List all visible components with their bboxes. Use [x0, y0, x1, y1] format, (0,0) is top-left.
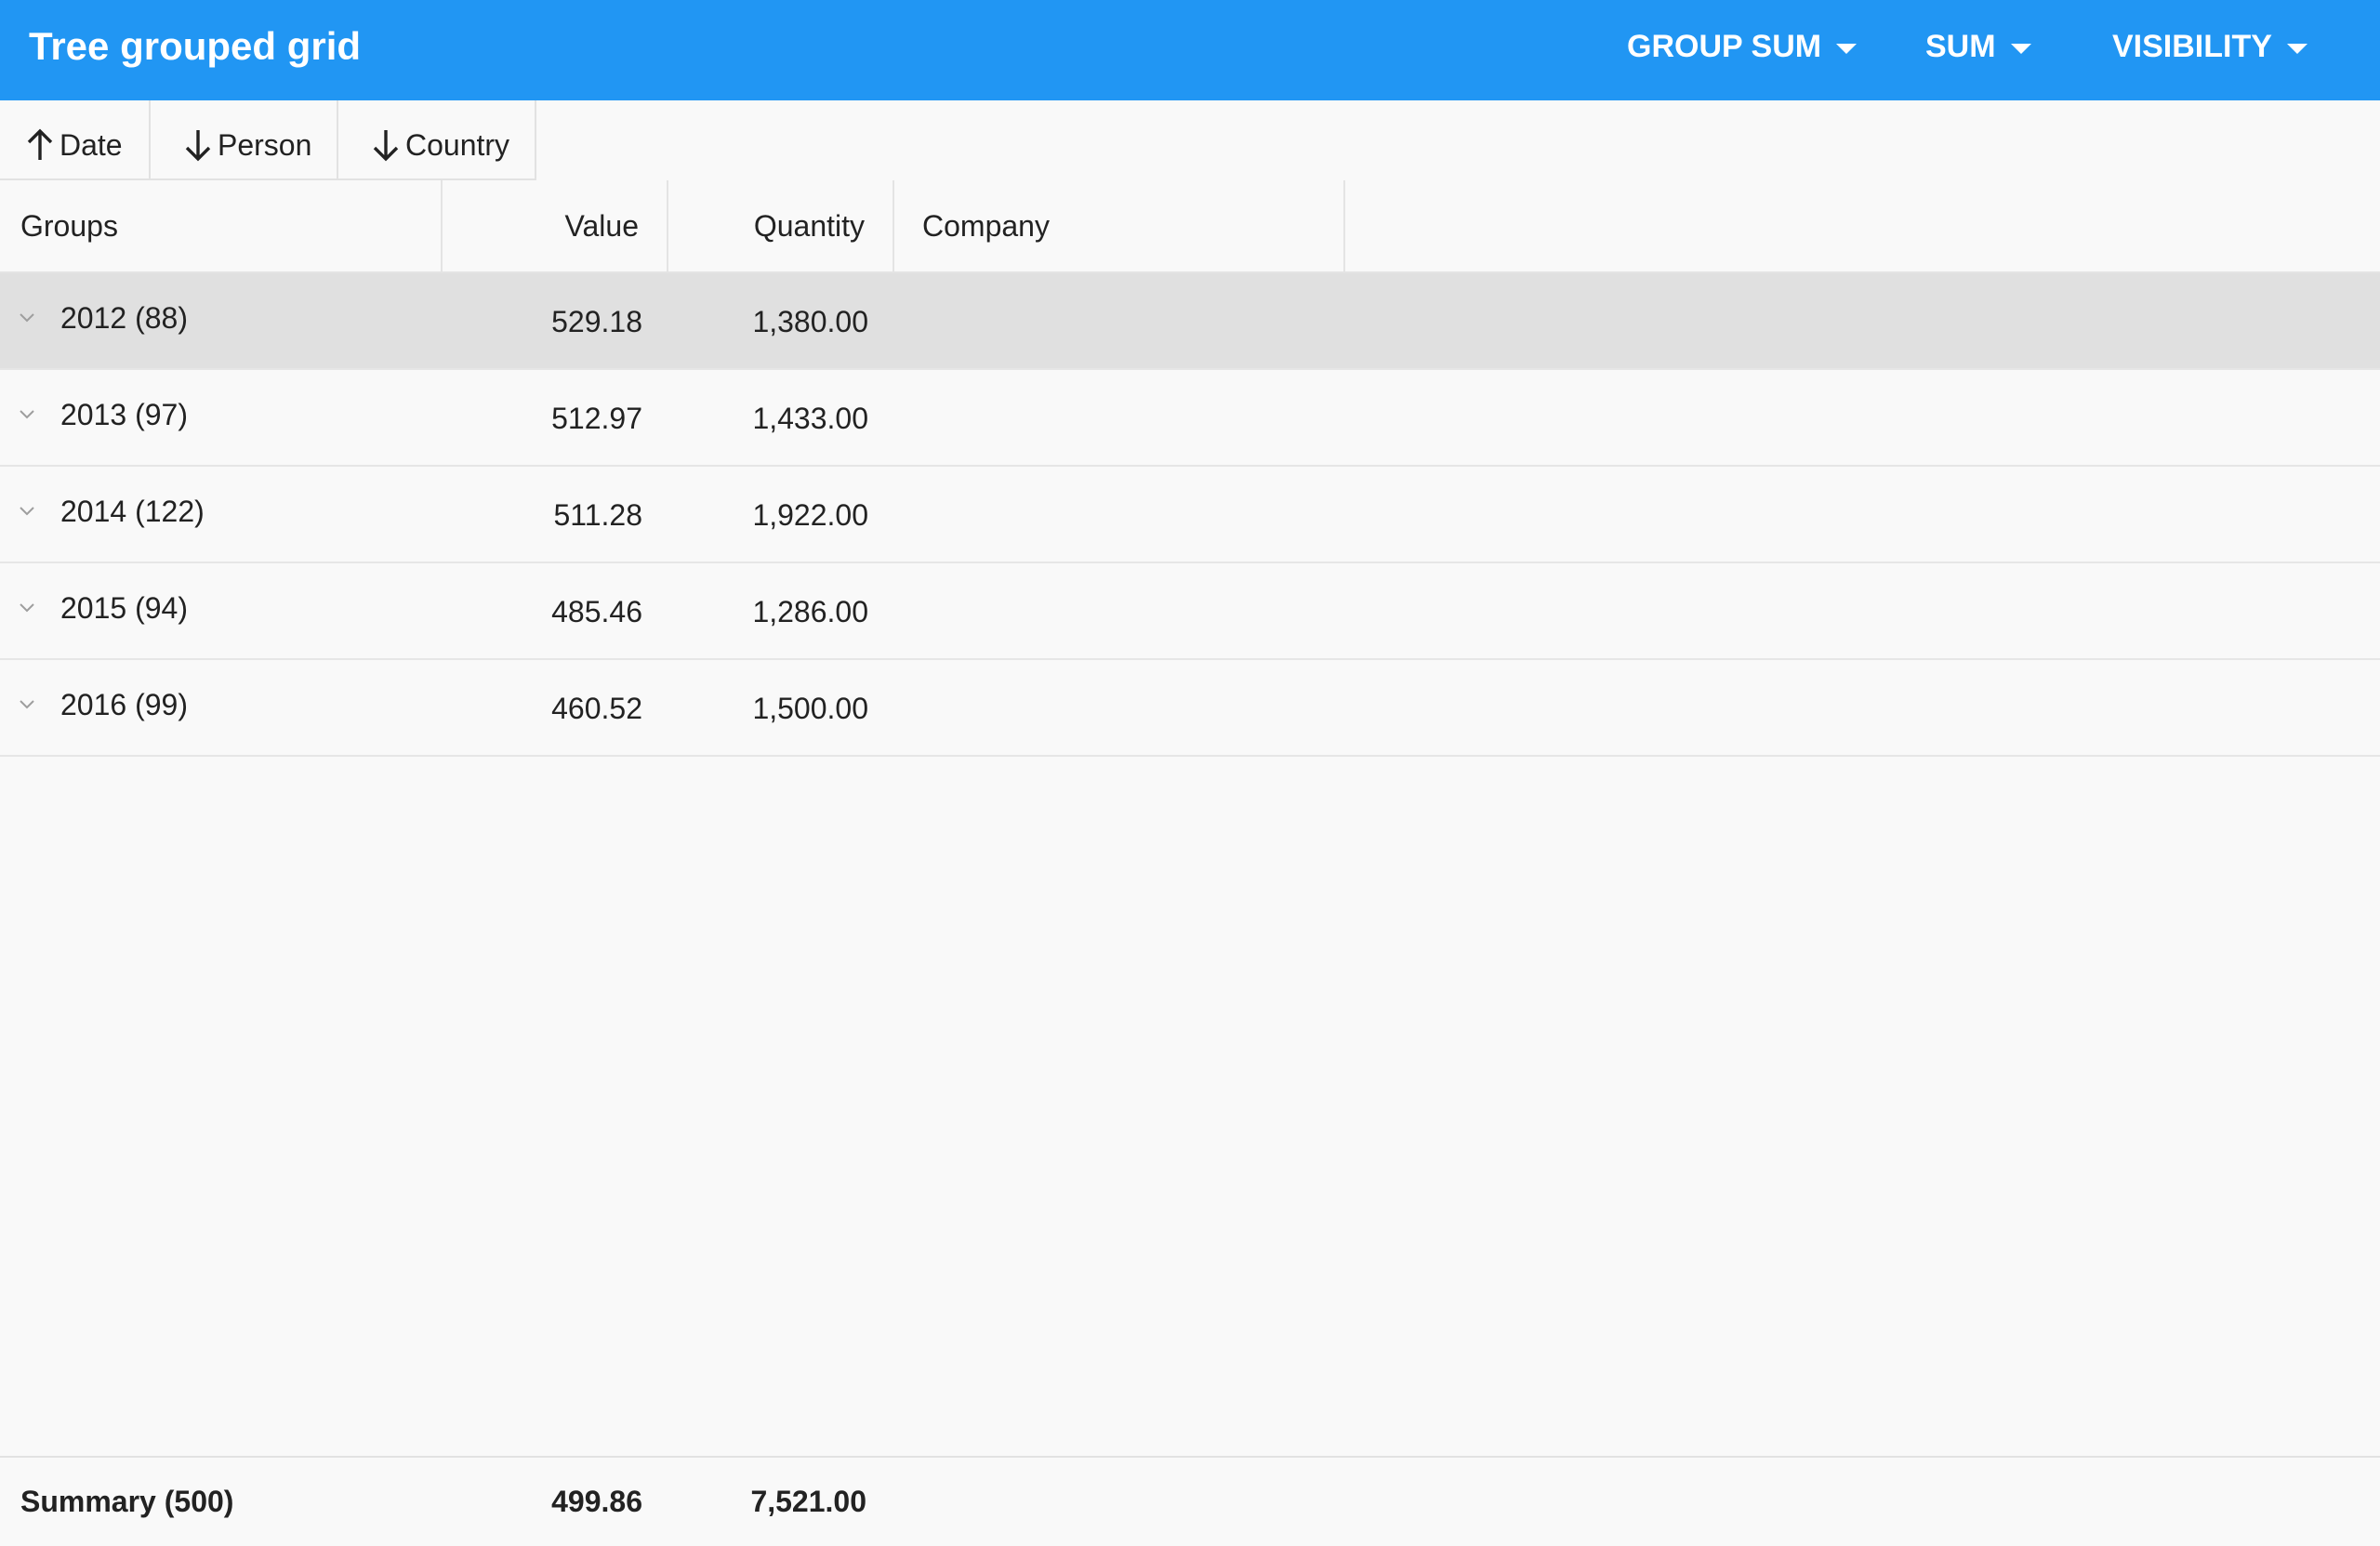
- group-row-quantity: 1,380.00: [752, 304, 868, 338]
- visibility-menu-label: VISIBILITY: [2112, 28, 2272, 64]
- group-chip-date[interactable]: Date: [0, 100, 151, 180]
- group-chip-label: Date: [60, 127, 123, 162]
- caret-down-icon: [2286, 43, 2307, 54]
- group-row-label: 2014 (122): [60, 494, 205, 528]
- group-row-value: 512.97: [551, 401, 642, 435]
- group-row-label: 2016 (99): [60, 687, 188, 721]
- page-title: Tree grouped grid: [29, 24, 362, 68]
- group-sum-menu-label: GROUP SUM: [1627, 28, 1822, 64]
- chevron-down-icon[interactable]: [19, 699, 35, 710]
- chevron-down-icon[interactable]: [19, 409, 35, 420]
- group-row-label: 2012 (88): [60, 300, 188, 335]
- summary-label: Summary (500): [20, 1485, 234, 1518]
- grid-body: 2012 (88) 529.18 1,380.00 2013 (97) 512.…: [0, 273, 2380, 757]
- group-row-value: 529.18: [551, 304, 642, 338]
- group-chip-person[interactable]: Person: [151, 100, 338, 180]
- group-chip-label: Person: [218, 127, 312, 162]
- chevron-down-icon[interactable]: [19, 506, 35, 517]
- column-header-groups[interactable]: Groups: [0, 180, 443, 271]
- summary-value: 499.86: [551, 1485, 642, 1518]
- grid-header: Groups Value Quantity Company: [0, 180, 2380, 273]
- arrow-down-icon: [185, 130, 211, 162]
- group-row[interactable]: 2015 (94) 485.46 1,286.00: [0, 563, 2380, 660]
- chevron-down-icon[interactable]: [19, 312, 35, 324]
- group-row[interactable]: 2013 (97) 512.97 1,433.00: [0, 370, 2380, 467]
- arrow-up-icon: [27, 128, 53, 160]
- grouping-chips: Date Person Country: [0, 100, 536, 180]
- sum-menu-label: SUM: [1925, 28, 1996, 64]
- group-row-label: 2013 (97): [60, 397, 188, 431]
- column-header-value[interactable]: Value: [443, 180, 668, 271]
- visibility-menu-button[interactable]: VISIBILITY: [2112, 20, 2307, 73]
- caret-down-icon: [1836, 43, 1858, 54]
- group-row-quantity: 1,433.00: [752, 401, 868, 435]
- chevron-down-icon[interactable]: [19, 602, 35, 614]
- arrow-down-icon: [373, 130, 399, 162]
- group-row[interactable]: 2012 (88) 529.18 1,380.00: [0, 273, 2380, 370]
- group-sum-menu-button[interactable]: GROUP SUM: [1627, 20, 1858, 73]
- group-row-quantity: 1,286.00: [752, 594, 868, 628]
- app-root: Tree grouped grid GROUP SUM SUM VISIBILI…: [0, 0, 2380, 1546]
- group-row-label: 2015 (94): [60, 590, 188, 625]
- group-row-quantity: 1,922.00: [752, 497, 868, 532]
- column-header-quantity[interactable]: Quantity: [668, 180, 894, 271]
- group-row-value: 485.46: [551, 594, 642, 628]
- caret-down-icon: [2010, 43, 2031, 54]
- group-row-value: 511.28: [553, 497, 643, 532]
- group-row[interactable]: 2016 (99) 460.52 1,500.00: [0, 660, 2380, 757]
- group-chip-label: Country: [405, 127, 510, 162]
- column-header-company[interactable]: Company: [894, 180, 1345, 271]
- group-row-quantity: 1,500.00: [752, 691, 868, 725]
- sum-menu-button[interactable]: SUM: [1925, 20, 2031, 73]
- group-row[interactable]: 2014 (122) 511.28 1,922.00: [0, 467, 2380, 563]
- group-row-value: 460.52: [551, 691, 642, 725]
- summary-quantity: 7,521.00: [750, 1485, 866, 1518]
- app-bar: Tree grouped grid GROUP SUM SUM VISIBILI…: [0, 0, 2380, 100]
- group-chip-country[interactable]: Country: [338, 100, 536, 180]
- summary-row: Summary (500) 499.86 7,521.00: [0, 1456, 2380, 1546]
